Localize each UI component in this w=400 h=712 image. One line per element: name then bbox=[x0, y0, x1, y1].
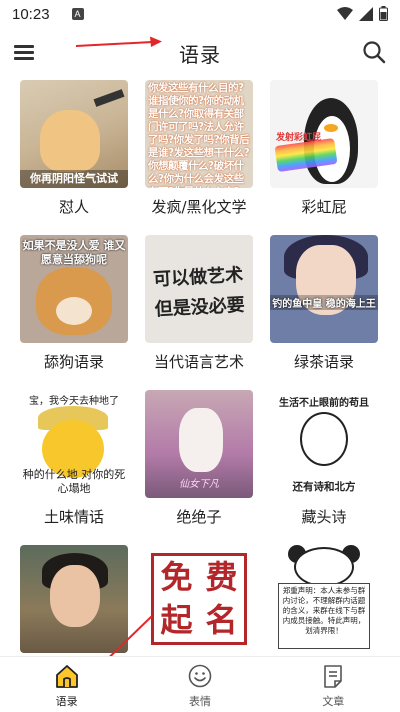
category-thumbnail: 生活不止眼前的苟且 还有诗和北方 bbox=[270, 390, 378, 498]
category-thumbnail: 免 费 起 名 bbox=[145, 545, 253, 653]
wifi-icon bbox=[337, 6, 353, 20]
nav-tab-wenzhang[interactable]: 文章 bbox=[267, 657, 400, 712]
category-label: 舔狗语录 bbox=[43, 353, 104, 371]
category-label: 藏头诗 bbox=[301, 508, 347, 526]
thumbnail-caption: 你发这些有什么目的?谁指使你的?你的动机是什么?你取得有关部门许可了吗?法人允许… bbox=[148, 82, 250, 188]
category-thumbnail: 仙女下凡 bbox=[145, 390, 253, 498]
signal-icon bbox=[359, 6, 373, 21]
category-label: 彩虹屁 bbox=[301, 198, 347, 216]
thumbnail-caption: 可以做艺术 但是没必要 bbox=[152, 264, 246, 321]
category-card-yuyan-yishu[interactable]: 可以做艺术 但是没必要 当代语言艺术 bbox=[135, 235, 265, 385]
thumbnail-caption-bottom: 还有诗和北方 bbox=[292, 481, 356, 493]
category-label: 发疯/黑化文学 bbox=[151, 198, 247, 216]
nav-tab-biaoqing[interactable]: 表情 bbox=[133, 657, 266, 712]
category-thumbnail: 发射彩虹屁 bbox=[270, 80, 378, 188]
status-icons bbox=[337, 6, 388, 21]
thumbnail-caption: 钓的鱼中皇 稳的海上王 bbox=[270, 295, 378, 310]
smiley-icon bbox=[188, 664, 212, 688]
battery-icon bbox=[379, 6, 388, 21]
app-bar: 语录 bbox=[0, 28, 400, 76]
category-thumbnail: 可以做艺术 但是没必要 bbox=[145, 235, 253, 343]
category-card-cangtoushi[interactable]: 生活不止眼前的苟且 还有诗和北方 藏头诗 bbox=[260, 390, 390, 540]
status-time: 10:23 bbox=[12, 5, 50, 23]
category-thumbnail: 钓的鱼中皇 稳的海上王 bbox=[270, 235, 378, 343]
category-thumbnail: 你发这些有什么目的?谁指使你的?你的动机是什么?你取得有关部门许可了吗?法人允许… bbox=[145, 80, 253, 188]
category-label: 当代语言艺术 bbox=[153, 353, 244, 371]
page-title: 语录 bbox=[179, 43, 221, 67]
category-thumbnail: 你再阴阳怪气试试 bbox=[20, 80, 128, 188]
bottom-nav: 语录 表情 文章 bbox=[0, 656, 400, 712]
category-thumbnail: 郑重声明：本人未参与群内讨论，不理解群内话题的含义，来群在线下与群内成员接触。特… bbox=[270, 545, 378, 653]
category-thumbnail: 宝，我今天去种地了 种的什么地 对你的死心塌地 bbox=[20, 390, 128, 498]
category-thumbnail: 如果不是没人爱 谁又愿意当舔狗呢 bbox=[20, 235, 128, 343]
nav-label: 文章 bbox=[322, 695, 345, 708]
category-card-tuwei[interactable]: 宝，我今天去种地了 种的什么地 对你的死心塌地 土味情话 bbox=[10, 390, 140, 540]
category-label: 土味情话 bbox=[43, 508, 104, 526]
category-card-tiangou[interactable]: 如果不是没人爱 谁又愿意当舔狗呢 舔狗语录 bbox=[10, 235, 140, 385]
thumbnail-caption: 如果不是没人爱 谁又愿意当舔狗呢 bbox=[22, 239, 126, 266]
category-card-juejuezi[interactable]: 仙女下凡 绝绝子 bbox=[135, 390, 265, 540]
status-bar: 10:23 A bbox=[0, 0, 400, 28]
thumbnail-caption-top: 生活不止眼前的苟且 bbox=[279, 398, 369, 409]
nav-label: 语录 bbox=[55, 695, 78, 708]
category-card-lvcha[interactable]: 钓的鱼中皇 稳的海上王 绿茶语录 bbox=[260, 235, 390, 385]
home-icon bbox=[55, 665, 78, 688]
search-icon[interactable] bbox=[360, 38, 388, 66]
category-card-fafeng[interactable]: 你发这些有什么目的?谁指使你的?你的动机是什么?你取得有关部门许可了吗?法人允许… bbox=[135, 80, 265, 230]
category-label: 绿茶语录 bbox=[293, 353, 354, 371]
category-label: 怼人 bbox=[58, 198, 89, 216]
nav-tab-yulu[interactable]: 语录 bbox=[0, 657, 133, 712]
category-card-duiren[interactable]: 你再阴阳怪气试试 怼人 bbox=[10, 80, 140, 230]
thumbnail-caption: 发射彩虹屁 bbox=[276, 133, 322, 143]
thumbnail-caption-bottom: 种的什么地 对你的死心塌地 bbox=[22, 468, 126, 495]
annotation-arrow-top bbox=[76, 36, 162, 47]
seal-logo: 免 费 起 名 bbox=[160, 558, 238, 639]
nav-label: 表情 bbox=[188, 695, 211, 708]
thumbnail-caption: 郑重声明：本人未参与群内讨论，不理解群内话题的含义，来群在线下与群内成员接触。特… bbox=[278, 583, 370, 649]
thumbnail-caption: 仙女下凡 bbox=[179, 479, 219, 490]
thumbnail-caption: 你再阴阳怪气试试 bbox=[20, 170, 128, 188]
notification-icon: A bbox=[71, 8, 84, 20]
thumbnail-caption-top: 宝，我今天去种地了 bbox=[29, 396, 119, 407]
category-card-caihongpi[interactable]: 发射彩虹屁 彩虹屁 bbox=[260, 80, 390, 230]
category-label: 绝绝子 bbox=[176, 508, 222, 526]
document-icon bbox=[324, 665, 343, 688]
